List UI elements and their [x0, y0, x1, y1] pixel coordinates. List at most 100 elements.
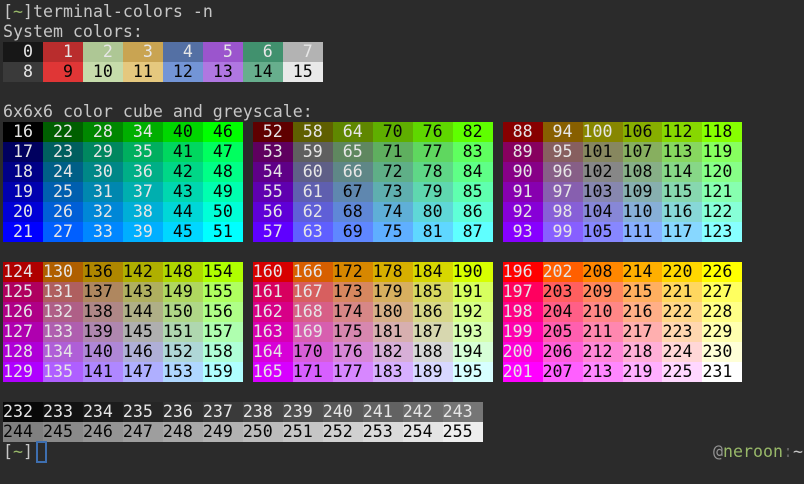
color-cell-127: 127: [3, 322, 43, 342]
color-cell-83: 83: [453, 142, 493, 162]
color-cell-109: 109: [623, 182, 663, 202]
grey-cell-243: 243: [443, 402, 483, 422]
grey-cell-252: 252: [323, 422, 363, 442]
grey-cell-250: 250: [243, 422, 283, 442]
color-cell-88: 88: [503, 122, 543, 142]
color-cell-144: 144: [123, 302, 163, 322]
system-color-cell-15: 15: [283, 62, 323, 82]
color-cell-22: 22: [43, 122, 83, 142]
prompt-path: ~: [13, 442, 23, 461]
color-cell-46: 46: [203, 122, 243, 142]
color-cell-81: 81: [413, 222, 453, 242]
color-cell-172: 172: [333, 262, 373, 282]
grey-cell-244: 244: [3, 422, 43, 442]
color-cell-134: 134: [43, 342, 83, 362]
color-cell-97: 97: [543, 182, 583, 202]
color-cell-74: 74: [373, 202, 413, 222]
color-cell-169: 169: [293, 322, 333, 342]
block-gap: [493, 302, 503, 322]
grey-cell-240: 240: [323, 402, 363, 422]
color-cell-194: 194: [453, 342, 493, 362]
color-cell-153: 153: [163, 362, 203, 382]
system-color-cell-1: 1: [43, 42, 83, 62]
bottom-prompt-left: [~]: [3, 442, 47, 462]
block-gap: [493, 282, 503, 302]
color-cell-208: 208: [583, 262, 623, 282]
username: neroon: [723, 442, 783, 461]
color-cell-128: 128: [3, 342, 43, 362]
system-color-cell-2: 2: [83, 42, 123, 62]
color-cell-190: 190: [453, 262, 493, 282]
color-cell-145: 145: [123, 322, 163, 342]
top-prompt-row: [~]terminal-colors -n: [3, 2, 803, 22]
block-gap: [243, 142, 253, 162]
color-cell-125: 125: [3, 282, 43, 302]
color-cell-173: 173: [333, 282, 373, 302]
cube-row: 124 130 136 142 148 154 160 166 172 178 …: [3, 262, 803, 282]
prompt-bracket-close: ]: [23, 442, 33, 461]
color-cell-196: 196: [503, 262, 543, 282]
color-cell-90: 90: [503, 162, 543, 182]
system-color-cell-5: 5: [203, 42, 243, 62]
color-cell-177: 177: [333, 362, 373, 382]
color-cell-168: 168: [293, 302, 333, 322]
color-cell-224: 224: [662, 342, 702, 362]
color-cell-94: 94: [543, 122, 583, 142]
color-cell-104: 104: [583, 202, 623, 222]
color-cell-73: 73: [373, 182, 413, 202]
block-gap: [243, 222, 253, 242]
color-cell-96: 96: [543, 162, 583, 182]
grey-cell-238: 238: [243, 402, 283, 422]
color-cell-45: 45: [163, 222, 203, 242]
color-cell-63: 63: [293, 222, 333, 242]
cube-row: 20 26 32 38 44 50 56 62 68 74 80 86 92 9…: [3, 202, 803, 222]
color-cell-57: 57: [253, 222, 293, 242]
block-gap: [243, 342, 253, 362]
grey-cell-249: 249: [203, 422, 243, 442]
grey-cell-237: 237: [203, 402, 243, 422]
color-cell-68: 68: [333, 202, 373, 222]
color-cell-155: 155: [203, 282, 243, 302]
color-cell-174: 174: [333, 302, 373, 322]
terminal-cursor: [36, 441, 47, 463]
prompt-command: terminal-colors -n: [33, 2, 213, 21]
terminal-window[interactable]: [~]terminal-colors -n System colors: 0 1…: [0, 0, 804, 484]
color-cell-93: 93: [503, 222, 543, 242]
system-colors-row-1: 0 1 2 3 4 5 6 7: [3, 42, 803, 62]
at-sign: @: [713, 442, 723, 461]
color-cell-119: 119: [702, 142, 742, 162]
color-cell-142: 142: [123, 262, 163, 282]
color-cell-44: 44: [163, 202, 203, 222]
color-cell-175: 175: [333, 322, 373, 342]
color-cell-162: 162: [253, 302, 293, 322]
color-cell-106: 106: [623, 122, 663, 142]
color-cell-65: 65: [333, 142, 373, 162]
block-gap: [493, 162, 503, 182]
color-cell-108: 108: [623, 162, 663, 182]
blank-row: [3, 462, 803, 482]
color-cell-205: 205: [543, 322, 583, 342]
color-cell-171: 171: [293, 362, 333, 382]
color-cell-19: 19: [3, 182, 43, 202]
color-cell-183: 183: [373, 362, 413, 382]
grey-cell-255: 255: [443, 422, 483, 442]
color-cell-228: 228: [702, 302, 742, 322]
color-cell-189: 189: [413, 362, 453, 382]
color-cell-20: 20: [3, 202, 43, 222]
grey-cell-233: 233: [43, 402, 83, 422]
color-cell-50: 50: [203, 202, 243, 222]
color-cell-198: 198: [503, 302, 543, 322]
greyscale-row-2: 244 245 246 247 248 249 250 251 252 253 …: [3, 422, 803, 442]
color-cell-62: 62: [293, 202, 333, 222]
color-cell-161: 161: [253, 282, 293, 302]
cube-row: 17 23 29 35 41 47 53 59 65 71 77 83 89 9…: [3, 142, 803, 162]
color-cell-207: 207: [543, 362, 583, 382]
cube-row: 129 135 141 147 153 159 165 171 177 183 …: [3, 362, 803, 382]
cube-row: 16 22 28 34 40 46 52 58 64 70 76 82 88 9…: [3, 122, 803, 142]
grey-cell-253: 253: [363, 422, 403, 442]
color-cell-100: 100: [583, 122, 623, 142]
color-cell-180: 180: [373, 302, 413, 322]
color-cell-225: 225: [662, 362, 702, 382]
color-cell-76: 76: [413, 122, 453, 142]
color-cell-216: 216: [623, 302, 663, 322]
